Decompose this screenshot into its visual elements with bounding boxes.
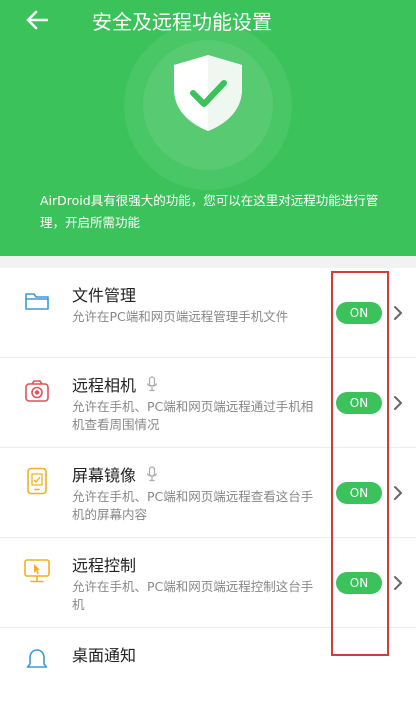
page-title: 安全及远程功能设置 <box>92 10 272 34</box>
feature-row-remote-control[interactable]: 远程控制 允许在手机、PC端和网页端远程控制这台手机 ON <box>0 538 416 628</box>
folder-icon <box>22 286 52 316</box>
microphone-icon <box>146 376 158 392</box>
section-gap <box>0 256 416 268</box>
feature-title: 文件管理 <box>72 286 137 305</box>
monitor-cursor-icon <box>22 556 52 586</box>
feature-toggle[interactable]: ON <box>336 482 382 504</box>
feature-row-desktop-notification[interactable]: 桌面通知 <box>0 628 416 717</box>
feature-title: 桌面通知 <box>72 646 137 665</box>
feature-toggle[interactable]: ON <box>336 572 382 594</box>
feature-row-file-manager[interactable]: 文件管理 允许在PC端和网页端远程管理手机文件 ON <box>0 268 416 358</box>
microphone-icon <box>146 466 158 482</box>
arrow-left-icon <box>26 10 49 34</box>
feature-toggle[interactable]: ON <box>336 392 382 414</box>
feature-subtitle: 允许在手机、PC端和网页端远程查看这台手机的屏幕内容 <box>72 489 314 522</box>
feature-row-screen-mirror[interactable]: 屏幕镜像 允许在手机、PC端和网页端远程查看这台手机的屏幕内容 ON <box>0 448 416 538</box>
header: 安全及远程功能设置 AirDroid具有很强大的功能，您可以在这里对远程功能进行… <box>0 0 416 256</box>
bell-icon <box>22 646 52 676</box>
feature-title: 远程相机 <box>72 372 158 396</box>
shield-check-icon <box>166 53 250 133</box>
chevron-right-icon[interactable] <box>392 304 404 322</box>
back-button[interactable] <box>22 8 52 36</box>
camera-icon <box>22 376 52 406</box>
feature-list: 文件管理 允许在PC端和网页端远程管理手机文件 ON 远程相机 允许在手机、PC… <box>0 268 416 717</box>
feature-subtitle: 允许在PC端和网页端远程管理手机文件 <box>72 309 289 324</box>
feature-toggle[interactable]: ON <box>336 302 382 324</box>
feature-subtitle: 允许在手机、PC端和网页端远程通过手机相机查看周围情况 <box>72 399 314 432</box>
chevron-right-icon[interactable] <box>392 484 404 502</box>
feature-subtitle: 允许在手机、PC端和网页端远程控制这台手机 <box>72 579 314 612</box>
feature-row-remote-camera[interactable]: 远程相机 允许在手机、PC端和网页端远程通过手机相机查看周围情况 ON <box>0 358 416 448</box>
feature-title: 远程控制 <box>72 556 137 575</box>
chevron-right-icon[interactable] <box>392 574 404 592</box>
header-description: AirDroid具有很强大的功能，您可以在这里对远程功能进行管理，开启所需功能 <box>40 193 379 230</box>
chevron-right-icon[interactable] <box>392 394 404 412</box>
feature-title: 屏幕镜像 <box>72 462 158 486</box>
phone-mirror-icon <box>22 466 52 496</box>
